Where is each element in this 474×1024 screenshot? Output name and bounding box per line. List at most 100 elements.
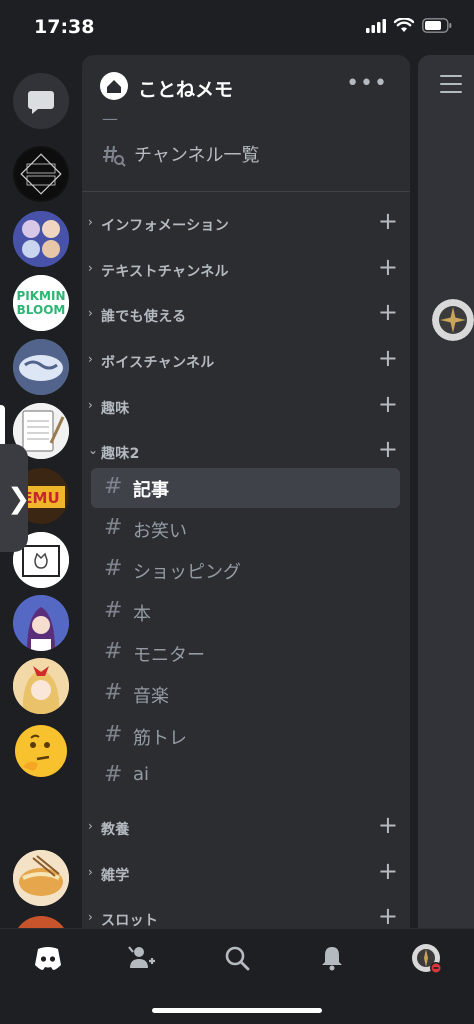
- tab-search[interactable]: [222, 943, 252, 973]
- category-slot[interactable]: › スロット +: [82, 902, 410, 928]
- category-culture[interactable]: › 教養 +: [82, 811, 410, 845]
- server-icon-anime-girl-2[interactable]: [13, 658, 69, 714]
- ramen-icon: [13, 850, 69, 906]
- category-trivia[interactable]: › 雑学 +: [82, 857, 410, 891]
- channel-label: 本: [133, 604, 151, 625]
- channel-item-books[interactable]: # 本: [91, 592, 400, 632]
- channel-label: ai: [133, 764, 150, 785]
- add-channel-icon[interactable]: +: [378, 857, 398, 885]
- server-icon-partial[interactable]: [13, 916, 69, 928]
- channel-item-comedy[interactable]: # お笑い: [91, 509, 400, 549]
- chevron-right-icon: ❯: [7, 482, 31, 515]
- category-label: 誰でも使える: [101, 309, 187, 325]
- channel-item-ai[interactable]: # ai: [91, 756, 400, 796]
- channel-item-monitor[interactable]: # モニター: [91, 633, 400, 673]
- server-header[interactable]: ことねメモ •••: [82, 55, 410, 117]
- category-label: ボイスチャンネル: [101, 355, 215, 371]
- channel-item-workout[interactable]: # 筋トレ: [91, 716, 400, 756]
- chevron-right-icon: ›: [88, 215, 93, 229]
- server-icon-ramen[interactable]: [13, 850, 69, 906]
- server-icon-yoisho[interactable]: [13, 146, 69, 202]
- channel-panel: ことねメモ ••• — チャンネル一覧 › インフォメーション + › テキスト…: [82, 55, 410, 928]
- chevron-down-icon: ⌄: [88, 443, 99, 457]
- chevron-right-icon: ›: [88, 261, 93, 275]
- hash-icon: #: [104, 639, 123, 664]
- channel-label: 音楽: [133, 686, 169, 707]
- chevron-right-icon: ›: [88, 398, 93, 412]
- status-time: 17:38: [34, 16, 95, 38]
- category-label: インフォメーション: [101, 218, 229, 234]
- category-everyone[interactable]: › 誰でも使える +: [82, 298, 410, 332]
- collapsed-indicator: —: [102, 109, 118, 128]
- category-label: 趣味2: [101, 446, 140, 462]
- server-home-icon: [100, 72, 128, 100]
- server-icon-thinking-emoji[interactable]: [13, 723, 69, 779]
- compass-avatar-icon: [432, 299, 474, 341]
- channel-label: 筋トレ: [133, 728, 187, 749]
- browse-channels-label: チャンネル一覧: [134, 145, 260, 166]
- hash-icon: #: [104, 762, 123, 787]
- chevron-right-icon: ›: [88, 352, 93, 366]
- search-icon: [225, 946, 250, 971]
- anime-girl-purple-icon: [13, 595, 69, 651]
- server-icon-anime-girl-1[interactable]: [13, 595, 69, 651]
- wifi-icon: [394, 18, 414, 32]
- server-icon-anime-group[interactable]: [13, 211, 69, 267]
- hash-icon: #: [104, 722, 123, 747]
- add-channel-icon[interactable]: +: [378, 902, 398, 928]
- divider: [82, 191, 410, 192]
- channel-label: お笑い: [133, 521, 187, 542]
- tab-profile[interactable]: [411, 943, 443, 975]
- category-label: 教養: [101, 822, 130, 838]
- anime-group-icon: [13, 211, 69, 267]
- server-name: ことねメモ: [138, 79, 234, 101]
- add-channel-icon[interactable]: +: [378, 298, 398, 326]
- home-indicator[interactable]: [152, 1008, 322, 1013]
- chevron-right-icon: ›: [88, 865, 93, 879]
- channel-item-music[interactable]: # 音楽: [91, 674, 400, 714]
- category-information[interactable]: › インフォメーション +: [82, 207, 410, 241]
- hash-icon: #: [104, 598, 123, 623]
- chat-bubble-icon: [28, 91, 54, 114]
- category-label: スロット: [101, 913, 159, 928]
- chevron-right-icon: ›: [88, 819, 93, 833]
- notifications-bell-icon: [322, 947, 342, 971]
- member-avatar[interactable]: [432, 299, 474, 341]
- yoisho-logo-icon: [15, 148, 67, 200]
- category-text-channels[interactable]: › テキストチャンネル +: [82, 253, 410, 287]
- chevron-right-icon: ›: [88, 910, 93, 924]
- stress-club-icon: [13, 339, 69, 395]
- hash-icon: #: [104, 515, 123, 540]
- battery-icon: [422, 18, 452, 33]
- category-voice-channels[interactable]: › ボイスチャンネル +: [82, 344, 410, 378]
- friends-icon: [128, 946, 155, 968]
- add-channel-icon[interactable]: +: [378, 207, 398, 235]
- tab-friends[interactable]: [127, 943, 157, 973]
- add-channel-icon[interactable]: +: [378, 390, 398, 418]
- channel-label: ショッピング: [133, 562, 241, 583]
- add-channel-icon[interactable]: +: [378, 435, 398, 463]
- tab-notifications[interactable]: [317, 943, 347, 973]
- category-hobby[interactable]: › 趣味 +: [82, 390, 410, 424]
- category-hobby-2[interactable]: ⌄ 趣味2 +: [82, 435, 410, 469]
- channel-item-shopping[interactable]: # ショッピング: [91, 550, 400, 590]
- browse-channels-row[interactable]: チャンネル一覧: [82, 137, 410, 173]
- hamburger-menu-icon[interactable]: [440, 75, 462, 99]
- direct-messages-button[interactable]: [13, 73, 69, 129]
- server-icon-stress-club[interactable]: [13, 339, 69, 395]
- svg-text:BLOOM: BLOOM: [17, 303, 66, 317]
- status-icons: [366, 18, 452, 33]
- server-icon-pikmin-bloom[interactable]: PIKMIN BLOOM: [13, 275, 69, 331]
- tab-home[interactable]: [32, 943, 64, 973]
- category-label: 雑学: [101, 868, 130, 884]
- add-channel-icon[interactable]: +: [378, 253, 398, 281]
- chevron-right-icon: ›: [88, 306, 93, 320]
- add-channel-icon[interactable]: +: [378, 344, 398, 372]
- expand-sidebar-handle[interactable]: ❯: [0, 444, 31, 552]
- more-options-icon[interactable]: •••: [346, 71, 388, 96]
- add-channel-icon[interactable]: +: [378, 811, 398, 839]
- hash-icon: #: [104, 680, 123, 705]
- channel-item-articles[interactable]: # 記事: [91, 468, 400, 508]
- profile-avatar-icon: [412, 944, 442, 974]
- chat-panel-peek[interactable]: [418, 55, 474, 928]
